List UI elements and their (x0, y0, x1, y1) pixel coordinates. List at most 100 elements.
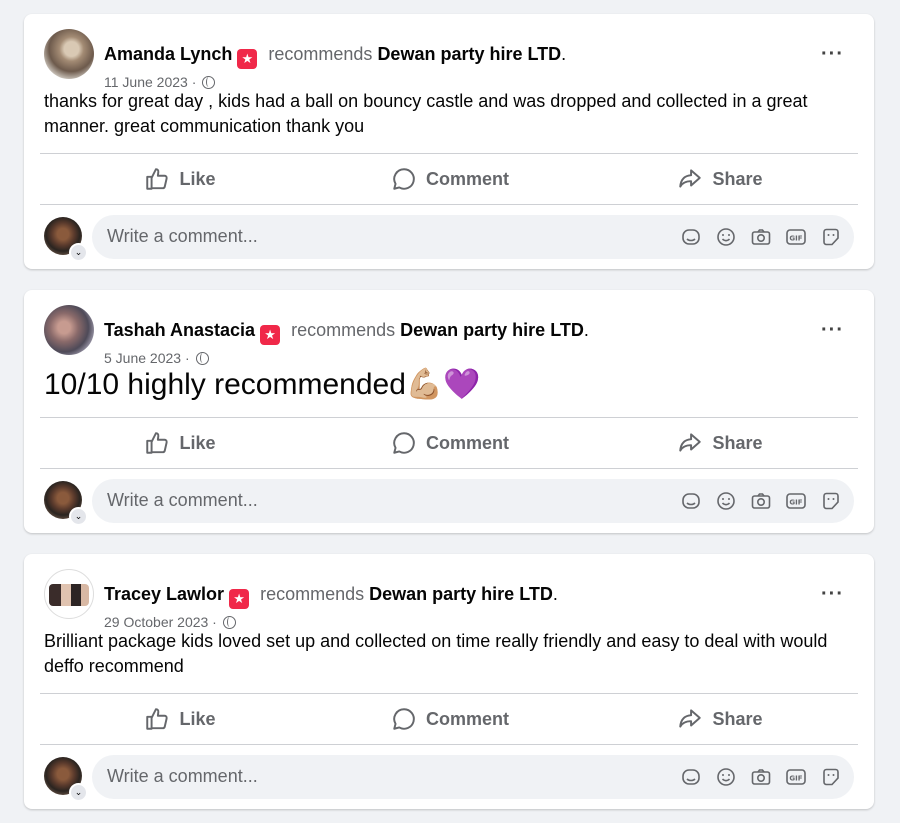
review-post: Tracey Lawlor ★ recommends Dewan party hi… (24, 554, 874, 809)
recommend-star-icon: ★ (237, 49, 258, 69)
share-button[interactable]: Share (590, 156, 850, 202)
page-name[interactable]: Dewan party hire LTD (369, 584, 553, 604)
author-avatar[interactable] (44, 569, 94, 619)
share-button[interactable]: Share (590, 696, 850, 742)
thumbs-up-icon (146, 168, 169, 190)
title-suffix: . (552, 584, 558, 604)
emoji-icon[interactable] (715, 490, 737, 512)
post-header: Tashah Anastacia ★ recommends Dewan party… (44, 305, 854, 366)
like-button[interactable]: Like (50, 420, 310, 466)
comment-composer: ⌄ Write a comment... GIF (44, 755, 854, 802)
author-name[interactable]: Tashah Anastacia (104, 320, 255, 340)
post-title: Tashah Anastacia ★ recommends Dewan party… (104, 318, 589, 345)
like-button[interactable]: Like (50, 156, 310, 202)
avatar-sticker-icon[interactable] (680, 226, 702, 248)
gif-label: GIF (789, 235, 802, 243)
avatar-sticker-icon[interactable] (680, 490, 702, 512)
post-body: thanks for great day , kids had a ball o… (44, 91, 808, 136)
post-date[interactable]: 29 October 2023 · (104, 614, 217, 630)
post-date[interactable]: 11 June 2023 · (104, 74, 196, 90)
sticker-icon[interactable] (820, 766, 842, 788)
post-body: 10/10 highly recommended💪🏼💜 (44, 367, 854, 403)
comment-label: Comment (425, 708, 509, 729)
gif-label: GIF (789, 499, 802, 507)
share-label: Share (712, 168, 763, 189)
review-feed: Amanda Lynch ★ recommends Dewan party hir… (0, 0, 900, 823)
comment-button[interactable]: Comment (320, 156, 580, 202)
divider (40, 417, 858, 418)
gif-icon[interactable]: GIF (785, 226, 807, 248)
author-name[interactable]: Amanda Lynch (104, 44, 232, 64)
gif-icon[interactable]: GIF (785, 766, 807, 788)
like-button[interactable]: Like (50, 696, 310, 742)
post-actions: Like Comment Share (40, 696, 858, 742)
camera-icon[interactable] (750, 766, 772, 788)
review-post: Amanda Lynch ★ recommends Dewan party hir… (24, 14, 874, 269)
comment-input[interactable]: Write a comment... GIF (92, 755, 854, 799)
divider (40, 468, 858, 469)
comment-input[interactable]: Write a comment... GIF (92, 479, 854, 523)
camera-icon[interactable] (750, 490, 772, 512)
divider (40, 204, 858, 205)
comment-input[interactable]: Write a comment... GIF (92, 215, 854, 259)
comment-label: Comment (425, 432, 509, 453)
avatar-sticker-icon[interactable] (680, 766, 702, 788)
post-title: Amanda Lynch ★ recommends Dewan party hir… (104, 42, 566, 69)
emoji-icon[interactable] (715, 226, 737, 248)
chevron-down-icon[interactable]: ⌄ (69, 783, 88, 802)
comment-composer: ⌄ Write a comment... GIF (44, 215, 854, 262)
post-date[interactable]: 5 June 2023 · (104, 350, 190, 366)
speech-bubble-icon (393, 432, 415, 454)
author-avatar[interactable] (44, 305, 94, 355)
post-title: Tracey Lawlor ★ recommends Dewan party hi… (104, 582, 558, 609)
thumbs-up-icon (146, 432, 169, 454)
author-avatar[interactable] (44, 29, 94, 79)
speech-bubble-icon (393, 708, 415, 730)
comment-button[interactable]: Comment (320, 420, 580, 466)
comment-placeholder: Write a comment... (107, 766, 258, 786)
divider (40, 744, 858, 745)
comment-tools: GIF (667, 490, 842, 512)
review-post: Tashah Anastacia ★ recommends Dewan party… (24, 290, 874, 533)
comment-tools: GIF (667, 766, 842, 788)
post-body: Brilliant package kids loved set up and … (44, 631, 828, 676)
title-suffix: . (583, 320, 589, 340)
divider (40, 693, 858, 694)
post-meta: 5 June 2023 · (104, 349, 209, 367)
more-options-icon[interactable]: ··· (821, 44, 844, 64)
share-button[interactable]: Share (590, 420, 850, 466)
globe-icon (195, 352, 209, 365)
share-arrow-icon (679, 433, 702, 452)
action-text: recommends (260, 584, 365, 604)
page-name[interactable]: Dewan party hire LTD (377, 44, 561, 64)
gif-icon[interactable]: GIF (785, 490, 807, 512)
share-label: Share (712, 708, 763, 729)
emoji-icon[interactable] (715, 766, 737, 788)
comment-placeholder: Write a comment... (107, 490, 258, 510)
comment-placeholder: Write a comment... (107, 226, 258, 246)
recommend-star-icon: ★ (229, 589, 250, 609)
action-text: recommends (268, 44, 373, 64)
post-body-text: 10/10 highly recommended (44, 368, 406, 401)
camera-icon[interactable] (750, 226, 772, 248)
comment-button[interactable]: Comment (320, 696, 580, 742)
sticker-icon[interactable] (820, 490, 842, 512)
more-options-icon[interactable]: ··· (821, 584, 844, 604)
share-label: Share (712, 432, 763, 453)
title-suffix: . (561, 44, 567, 64)
action-text: recommends (291, 320, 396, 340)
post-header: Amanda Lynch ★ recommends Dewan party hir… (44, 29, 854, 90)
sticker-icon[interactable] (820, 226, 842, 248)
chevron-down-icon[interactable]: ⌄ (69, 243, 88, 262)
speech-bubble-icon (393, 168, 415, 190)
thumbs-up-icon (146, 708, 169, 730)
more-options-icon[interactable]: ··· (821, 320, 844, 340)
post-actions: Like Comment Share (40, 156, 858, 202)
chevron-down-icon[interactable]: ⌄ (69, 507, 88, 526)
author-name[interactable]: Tracey Lawlor (104, 584, 224, 604)
page-name[interactable]: Dewan party hire LTD (400, 320, 584, 340)
comment-label: Comment (425, 168, 509, 189)
post-actions: Like Comment Share (40, 420, 858, 466)
comment-tools: GIF (667, 226, 842, 248)
recommend-star-icon: ★ (260, 325, 281, 345)
